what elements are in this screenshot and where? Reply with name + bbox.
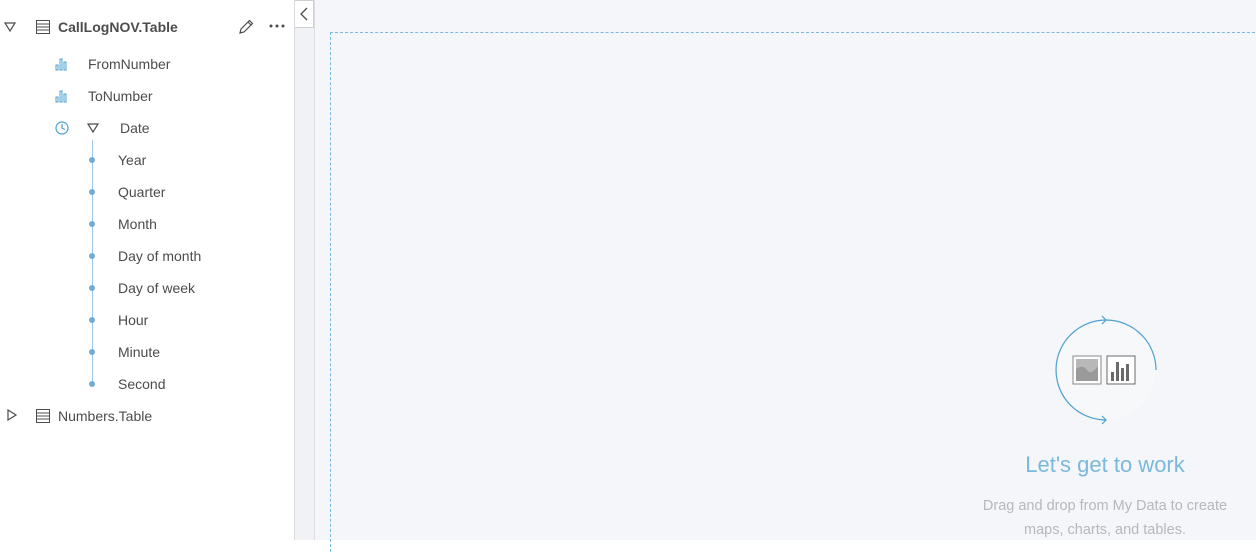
subfield-row-quarter[interactable]: Quarter (0, 176, 294, 208)
dataset-name[interactable]: CallLogNOV.Table (58, 18, 178, 36)
caret-right-icon[interactable] (6, 409, 18, 421)
subfield-label[interactable]: Year (118, 151, 146, 169)
create-cards-illustration (1055, 315, 1157, 425)
empty-state: Let's get to work Drag and drop from My … (955, 310, 1255, 540)
data-pane: CallLogNOV.Table FromNumber ToNumber Dat… (0, 0, 295, 540)
table-icon (36, 20, 50, 34)
number-field-icon (55, 90, 67, 103)
subfield-label[interactable]: Hour (118, 311, 148, 329)
more-options-icon[interactable] (268, 23, 286, 29)
subfield-label[interactable]: Second (118, 375, 165, 393)
number-field-icon (55, 58, 67, 71)
page-canvas[interactable]: Let's get to work Drag and drop from My … (315, 0, 1256, 552)
subfield-row-hour[interactable]: Hour (0, 304, 294, 336)
table-icon (36, 409, 50, 423)
subfield-row-day-of-week[interactable]: Day of week (0, 272, 294, 304)
field-label[interactable]: FromNumber (88, 55, 170, 73)
field-row-date[interactable]: Date (0, 112, 294, 144)
pencil-icon[interactable] (238, 19, 254, 35)
subfield-row-second[interactable]: Second (0, 368, 294, 400)
caret-down-icon[interactable] (4, 21, 16, 33)
field-label[interactable]: Date (120, 119, 150, 137)
subfield-row-year[interactable]: Year (0, 144, 294, 176)
subfield-dot (89, 349, 95, 355)
subfield-label[interactable]: Minute (118, 343, 160, 361)
subfield-row-month[interactable]: Month (0, 208, 294, 240)
collapse-pane-button[interactable] (295, 0, 314, 28)
subfield-row-day-of-month[interactable]: Day of month (0, 240, 294, 272)
subfield-dot (89, 189, 95, 195)
pane-collapse-strip (295, 0, 315, 540)
subfield-label[interactable]: Day of month (118, 247, 201, 265)
chevron-left-icon (300, 7, 308, 21)
subfield-dot (89, 381, 95, 387)
field-row-tonumber[interactable]: ToNumber (0, 80, 294, 112)
subfield-label[interactable]: Day of week (118, 279, 195, 297)
dataset-row-calllognov[interactable]: CallLogNOV.Table (0, 11, 294, 43)
subfield-dot (89, 221, 95, 227)
caret-down-icon[interactable] (87, 122, 99, 134)
clock-icon (55, 121, 69, 135)
dataset-name[interactable]: Numbers.Table (58, 407, 152, 425)
dataset-row-numbers[interactable]: Numbers.Table (0, 400, 294, 432)
subfield-row-minute[interactable]: Minute (0, 336, 294, 368)
subfield-label[interactable]: Quarter (118, 183, 165, 201)
empty-state-title: Let's get to work (1025, 452, 1185, 477)
subfield-dot (89, 285, 95, 291)
empty-state-description-line: maps, charts, and tables. (1024, 522, 1186, 538)
empty-state-description: Drag and drop from My Data to create map… (955, 494, 1255, 542)
field-label[interactable]: ToNumber (88, 87, 153, 105)
empty-state-description-line: Drag and drop from My Data to create (982, 498, 1228, 514)
subfield-dot (89, 317, 95, 323)
subfield-label[interactable]: Month (118, 215, 157, 233)
subfield-dot (89, 253, 95, 259)
field-row-fromnumber[interactable]: FromNumber (0, 48, 294, 80)
subfield-dot (89, 157, 95, 163)
